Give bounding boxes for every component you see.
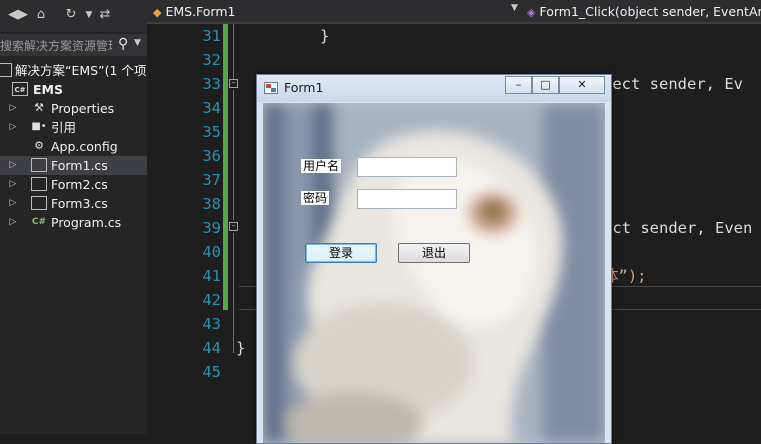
form-icon (31, 177, 47, 191)
form-icon (31, 158, 47, 172)
username-input[interactable] (357, 157, 457, 177)
tree-item-label: Properties (51, 101, 115, 116)
csharp-project-icon: C# (12, 82, 28, 96)
line-number: 37 (202, 171, 221, 189)
password-input[interactable] (357, 189, 457, 209)
line-number: 31 (202, 27, 221, 45)
tree-item-label: EMS (33, 82, 63, 97)
line-number: 45 (202, 363, 221, 381)
solution-explorer: ◀ ▶ ⌂ ↻ ▼ ⇄ 搜索解决方案资源管理器 ⚲ ▼ 解决方案“EMS”(1 … (0, 0, 147, 434)
form1-window[interactable]: Form1 – □ ✕ 用户名 密码 登录 退出 (256, 74, 612, 444)
line-number: 44 (202, 339, 221, 357)
config-icon: ⚙ (34, 139, 44, 152)
class-dropdown-label: EMS.Form1 (165, 4, 236, 19)
wrench-icon: ⚒ (34, 101, 44, 114)
tree-item-form1[interactable]: ▷ Form1.cs (0, 156, 147, 175)
home-icon[interactable]: ⌂ (32, 6, 50, 24)
collapse-icon[interactable]: – (229, 79, 238, 88)
code-line-31: } (320, 27, 330, 45)
line-number: 33 (202, 75, 221, 93)
tree-item-label: 引用 (51, 120, 77, 135)
explorer-search-box[interactable]: 搜索解决方案资源管理器 ⚲ ▼ (0, 34, 147, 56)
background-photo (263, 103, 605, 443)
member-dropdown[interactable]: ◈ Form1_Click(object sender, EventArgs e… (527, 3, 761, 20)
line-number: 41 (202, 267, 221, 285)
chevron-right-icon[interactable]: ▷ (8, 213, 18, 232)
exit-button[interactable]: 退出 (398, 243, 470, 263)
chevron-right-icon[interactable]: ▷ (8, 99, 18, 118)
chevron-right-icon[interactable]: ▷ (8, 156, 18, 175)
code-line-44: } (236, 339, 246, 357)
line-number: 34 (202, 99, 221, 117)
tree-item-references[interactable]: ▷ ■• 引用 (0, 118, 147, 137)
line-number: 35 (202, 123, 221, 141)
class-dropdown[interactable]: ◆ EMS.Form1 (153, 3, 523, 20)
chevron-right-icon[interactable]: ▷ (8, 118, 18, 137)
code-fragment: ect sender, Even (603, 219, 753, 237)
line-number: 42 (202, 291, 221, 309)
member-dropdown-label: Form1_Click(object sender, EventArgs e) (539, 4, 761, 19)
login-button[interactable]: 登录 (305, 243, 377, 263)
forward-icon[interactable]: ▶ (14, 6, 32, 24)
tree-item-form2[interactable]: ▷ Form2.cs (0, 175, 147, 194)
class-icon: ◆ (153, 6, 162, 19)
tree-item-label: Program.cs (51, 215, 122, 230)
minimize-button[interactable]: – (505, 76, 532, 94)
fold-guide (233, 233, 234, 353)
history-icon[interactable]: ↻ (62, 6, 80, 24)
tree-item-label: Form2.cs (51, 177, 108, 192)
fold-guide (233, 24, 234, 80)
tree-item-label: Form1.cs (51, 158, 108, 173)
maximize-button[interactable]: □ (532, 76, 559, 94)
collapse-icon[interactable]: – (229, 222, 238, 231)
window-icon (264, 82, 278, 94)
tree-item-form3[interactable]: ▷ Form3.cs (0, 194, 147, 213)
line-number: 43 (202, 315, 221, 333)
form1-title-bar[interactable]: Form1 – □ ✕ (257, 75, 611, 102)
tree-item-program[interactable]: ▷ C# Program.cs (0, 213, 147, 232)
code-line-33: ject sender, Ev (603, 72, 743, 96)
references-icon: ■• (31, 121, 47, 132)
tree-item-label: 解决方案“EMS”(1 个项目) (15, 63, 147, 78)
form1-client-area: 用户名 密码 登录 退出 (263, 103, 605, 443)
tree-item-project[interactable]: C# EMS (0, 80, 147, 99)
chevron-down-icon[interactable]: ▼ (511, 3, 518, 13)
close-button[interactable]: ✕ (559, 76, 605, 94)
csharp-icon: C# (31, 217, 47, 227)
solution-icon (0, 63, 12, 77)
username-label: 用户名 (301, 159, 342, 173)
method-icon: ◈ (527, 6, 536, 19)
tree-item-properties[interactable]: ▷ ⚒ Properties (0, 99, 147, 118)
explorer-toolbar: ◀ ▶ ⌂ ↻ ▼ ⇄ (0, 0, 147, 32)
tree-item-label: App.config (51, 139, 118, 154)
line-number: 38 (202, 195, 221, 213)
password-label: 密码 (301, 191, 330, 205)
window-title: Form1 (284, 80, 324, 95)
sync-icon[interactable]: ⇄ (96, 6, 114, 24)
tree-item-app-config[interactable]: ⚙ App.config (0, 137, 147, 156)
line-number: 40 (202, 243, 221, 261)
code-fragment: ject sender, Ev (603, 75, 743, 93)
line-number: 36 (202, 147, 221, 165)
search-icon[interactable]: ⚲ (118, 36, 128, 52)
chevron-right-icon[interactable]: ▷ (8, 175, 18, 194)
fold-guide (233, 90, 234, 220)
tree-item-label: Form3.cs (51, 196, 108, 211)
tree-item-solution[interactable]: 解决方案“EMS”(1 个项目) (0, 61, 147, 80)
chevron-down-icon[interactable]: ▼ (134, 38, 141, 48)
chevron-right-icon[interactable]: ▷ (8, 194, 18, 213)
change-tracking-bar (223, 24, 228, 310)
form-icon (31, 196, 47, 210)
line-number: 32 (202, 51, 221, 69)
search-input[interactable]: 搜索解决方案资源管理器 (0, 37, 112, 54)
line-number: 39 (202, 219, 221, 237)
code-line-39: ect sender, Even (603, 216, 752, 240)
editor-navigation-bar: ◆ EMS.Form1 ▼ ◈ Form1_Click(object sende… (147, 0, 761, 24)
